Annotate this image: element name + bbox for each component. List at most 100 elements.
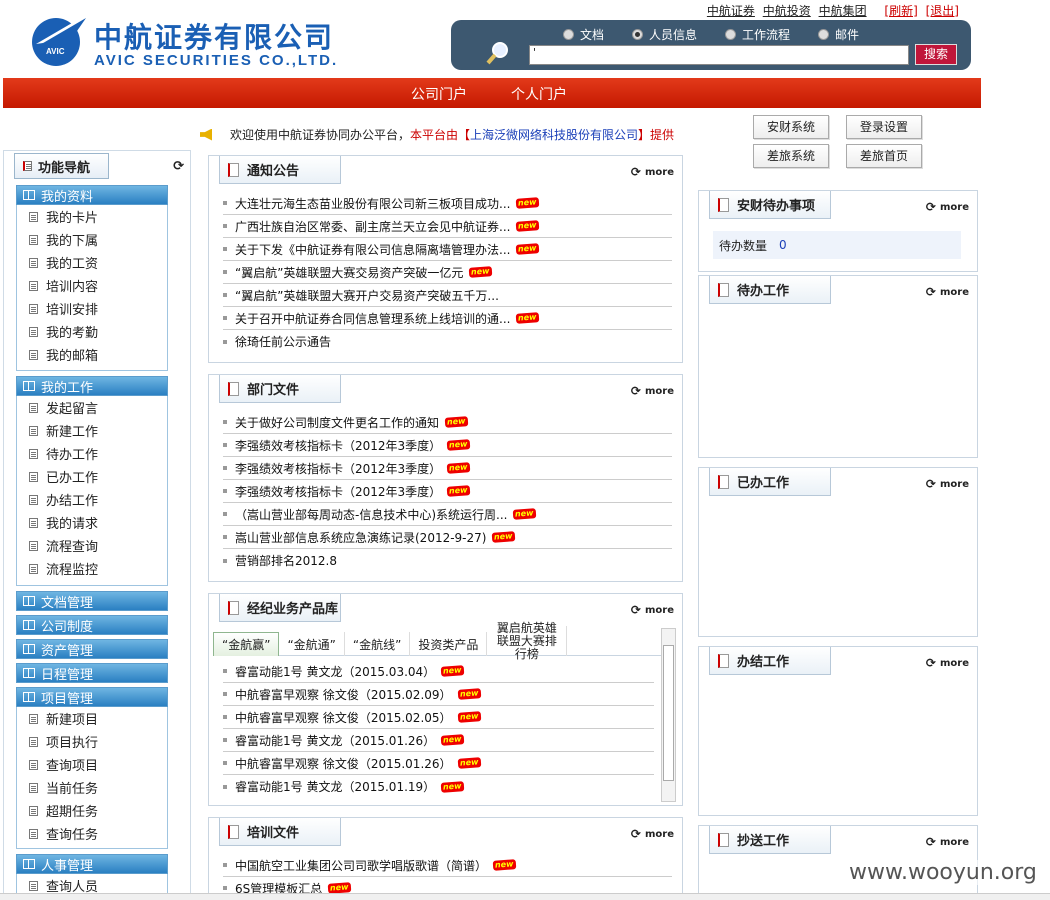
sidebar-item[interactable]: 当前任务 xyxy=(17,776,167,799)
flag-icon xyxy=(228,162,239,177)
travel-home-button[interactable]: 差旅首页 xyxy=(846,144,922,168)
list-item[interactable]: 嵩山营业部信息系统应急演练记录(2012-9-27) new xyxy=(223,526,672,549)
list-item[interactable]: 李强绩效考核指标卡（2012年3季度） new xyxy=(223,480,672,503)
welcome-company[interactable]: 上海泛微网络科技股份有限公司 xyxy=(470,126,638,143)
more-link[interactable]: ⟳ more xyxy=(631,384,674,398)
list-item[interactable]: 李强绩效考核指标卡（2012年3季度） new xyxy=(223,457,672,480)
more-link[interactable]: ⟳ more xyxy=(926,477,969,491)
sidebar-item[interactable]: 查询项目 xyxy=(17,753,167,776)
new-badge-icon: new xyxy=(446,485,471,497)
list-item[interactable]: “翼启航”英雄联盟大赛开户交易资产突破五千万... xyxy=(223,284,672,307)
sidebar-item[interactable]: 流程监控 xyxy=(17,557,167,580)
list-item[interactable]: 关于下发《中航证券有限公司信息隔离墙管理办法... new xyxy=(223,238,672,261)
link-avic-securities[interactable]: 中航证券 xyxy=(707,4,755,18)
search-option-workflow[interactable]: 工作流程 xyxy=(725,26,790,43)
refresh-icon: ⟳ xyxy=(630,603,641,617)
panel-dept-files: 部门文件 ⟳ more 关于做好公司制度文件更名工作的通知 new 李强绩效考核指标… xyxy=(208,374,683,582)
list-item[interactable]: 营销部排名2012.8 xyxy=(223,549,672,572)
new-badge-icon: new xyxy=(492,859,516,871)
refresh-link[interactable]: [刷新] xyxy=(884,4,917,18)
flag-icon xyxy=(23,161,32,171)
sidebar-group-my-work-items: 发起留言 新建工作 待办工作 已办工作 办结工作 我的请求 流程查询 流程监控 xyxy=(16,396,168,586)
sidebar-refresh-icon[interactable]: ⟳ xyxy=(173,159,184,174)
more-link[interactable]: ⟳ more xyxy=(926,285,969,299)
speaker-icon xyxy=(200,128,212,141)
product-list-scrollbar[interactable] xyxy=(661,628,676,802)
list-item[interactable]: 关于召开中航证券合同信息管理系统上线培训的通... new xyxy=(223,307,672,330)
sidebar-item[interactable]: 培训内容 xyxy=(17,274,167,297)
more-link[interactable]: ⟳ more xyxy=(631,827,674,841)
search-option-docs[interactable]: 文档 xyxy=(563,26,604,43)
sidebar-item[interactable]: 流程查询 xyxy=(17,534,167,557)
search-option-people[interactable]: 人员信息 xyxy=(632,26,697,43)
nav-company-portal[interactable]: 公司门户 xyxy=(411,84,467,104)
tab-jinhangtong[interactable]: “金航通” xyxy=(279,632,345,656)
sidebar-item[interactable]: 已办工作 xyxy=(17,465,167,488)
sidebar-group-projects[interactable]: 项目管理 xyxy=(16,687,168,707)
list-item[interactable]: 徐琦任前公示通告 xyxy=(223,330,672,353)
search-button[interactable]: 搜索 xyxy=(915,44,957,65)
list-item[interactable]: 大连壮元海生态苗业股份有限公司新三板项目成功... new xyxy=(223,192,672,215)
sidebar-item[interactable]: 新建工作 xyxy=(17,419,167,442)
list-item[interactable]: （嵩山营业部每周动态-信息技术中心)系统运行周... new xyxy=(223,503,672,526)
more-link[interactable]: ⟳ more xyxy=(926,200,969,214)
tab-investment[interactable]: 投资类产品 xyxy=(410,632,488,656)
sidebar-group-hr[interactable]: 人事管理 xyxy=(16,854,168,874)
search-input[interactable]: ' xyxy=(529,45,909,65)
doc-icon xyxy=(29,471,38,482)
anchai-system-button[interactable]: 安财系统 xyxy=(753,115,829,139)
sidebar-item[interactable]: 培训安排 xyxy=(17,297,167,320)
tab-league-ranking[interactable]: 翼启航英雄联盟大赛排行榜 xyxy=(487,621,568,660)
panel-title: 安财待办事项 xyxy=(709,191,831,219)
list-item[interactable]: 李强绩效考核指标卡（2012年3季度） new xyxy=(223,434,672,457)
sidebar-group-my-work[interactable]: 我的工作 xyxy=(16,376,168,396)
sidebar-group-docs[interactable]: 文档管理 xyxy=(16,591,168,611)
sidebar-item[interactable]: 我的卡片 xyxy=(17,205,167,228)
list-item[interactable]: 中国航空工业集团公司司歌学唱版歌谱（简谱） new xyxy=(223,854,672,877)
logo-english-name: AVIC SECURITIES CO.,LTD. xyxy=(94,52,339,69)
nav-personal-portal[interactable]: 个人门户 xyxy=(511,84,567,104)
list-item[interactable]: 睿富动能1号 黄文龙（2015.03.04） new xyxy=(223,660,654,683)
sidebar-item[interactable]: 我的考勤 xyxy=(17,320,167,343)
list-item[interactable]: 中航睿富早观察 徐文俊（2015.01.26） new xyxy=(223,752,654,775)
sidebar-item[interactable]: 我的邮箱 xyxy=(17,343,167,366)
more-link[interactable]: ⟳ more xyxy=(926,656,969,670)
sidebar-item[interactable]: 办结工作 xyxy=(17,488,167,511)
sidebar-item[interactable]: 我的请求 xyxy=(17,511,167,534)
sidebar-item[interactable]: 超期任务 xyxy=(17,799,167,822)
list-item[interactable]: “翼启航”英雄联盟大赛交易资产突破一亿元 new xyxy=(223,261,672,284)
sidebar-item[interactable]: 我的工资 xyxy=(17,251,167,274)
sidebar-item[interactable]: 项目执行 xyxy=(17,730,167,753)
tab-jinhangxian[interactable]: “金航线” xyxy=(345,632,411,656)
sidebar-item[interactable]: 待办工作 xyxy=(17,442,167,465)
travel-system-button[interactable]: 差旅系统 xyxy=(753,144,829,168)
more-link[interactable]: ⟳ more xyxy=(631,603,674,617)
more-link[interactable]: ⟳ more xyxy=(926,835,969,849)
more-link[interactable]: ⟳ more xyxy=(631,165,674,179)
list-item[interactable]: 中航睿富早观察 徐文俊（2015.02.05） new xyxy=(223,706,654,729)
list-item[interactable]: 睿富动能1号 黄文龙（2015.01.19） new xyxy=(223,775,654,798)
sidebar-group-policy[interactable]: 公司制度 xyxy=(16,615,168,635)
sidebar-group-assets[interactable]: 资产管理 xyxy=(16,639,168,659)
list-item[interactable]: 广西壮族自治区常委、副主席兰天立会见中航证券... new xyxy=(223,215,672,238)
sidebar-item[interactable]: 我的下属 xyxy=(17,228,167,251)
sidebar-item[interactable]: 查询任务 xyxy=(17,822,167,845)
list-item[interactable]: 中航睿富早观察 徐文俊（2015.02.09） new xyxy=(223,683,654,706)
link-avic-group[interactable]: 中航集团 xyxy=(819,4,867,18)
sidebar-group-my-profile[interactable]: 我的资料 xyxy=(16,185,168,205)
sidebar-item[interactable]: 新建项目 xyxy=(17,707,167,730)
sidebar-item[interactable]: 查询人员 xyxy=(17,874,167,893)
welcome-suffix: 】提供 xyxy=(638,128,675,142)
sidebar-group-schedule[interactable]: 日程管理 xyxy=(16,663,168,683)
scrollbar-thumb[interactable] xyxy=(663,645,674,781)
list-item[interactable]: 睿富动能1号 黄文龙（2015.01.26） new xyxy=(223,729,654,752)
search-option-mail[interactable]: 邮件 xyxy=(818,26,859,43)
link-avic-investment[interactable]: 中航投资 xyxy=(763,4,811,18)
logout-link[interactable]: [退出] xyxy=(926,4,959,18)
tab-jinhangying[interactable]: “金航赢” xyxy=(213,632,280,656)
sidebar-item[interactable]: 发起留言 xyxy=(17,396,167,419)
flag-icon xyxy=(718,197,729,212)
pending-count[interactable]: 0 xyxy=(779,238,787,252)
login-settings-button[interactable]: 登录设置 xyxy=(846,115,922,139)
list-item[interactable]: 关于做好公司制度文件更名工作的通知 new xyxy=(223,411,672,434)
